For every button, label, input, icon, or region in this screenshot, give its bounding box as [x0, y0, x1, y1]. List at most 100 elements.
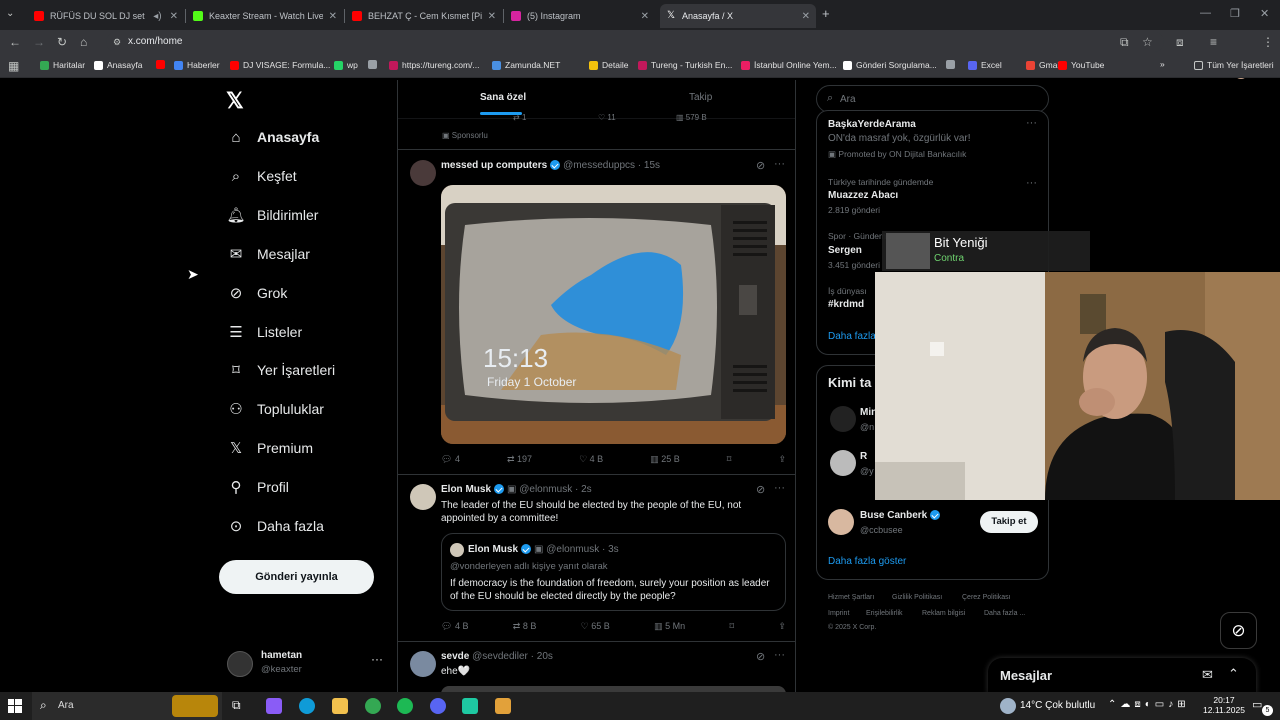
clock[interactable]: 20:17 12.11.2025: [1202, 695, 1246, 715]
footer-link[interactable]: Hizmet Şartları: [828, 594, 874, 601]
tab-search-icon[interactable]: ⌄: [6, 7, 14, 21]
expand-icon[interactable]: ⌃: [1228, 666, 1239, 682]
weather-text[interactable]: 14°C Çok bulutlu: [1020, 700, 1095, 711]
forward-icon[interactable]: →: [33, 35, 45, 49]
bookmark-item[interactable]: [156, 60, 169, 69]
browser-tab-active[interactable]: 𝕏 Anasayfa / X ✕: [660, 4, 816, 28]
reply-button[interactable]: 💬︎ 4 B: [441, 621, 468, 632]
follow-user-name[interactable]: Buse Canberk: [860, 510, 943, 521]
browser-tab[interactable]: BEHZAT Ç - Cem Kısmet [Pilli B ✕: [346, 4, 502, 28]
views-button[interactable]: ▥ 5 Mn: [654, 621, 685, 632]
share-icon[interactable]: ⇪: [778, 454, 786, 465]
more-icon[interactable]: ···: [774, 482, 785, 494]
more-icon[interactable]: ···: [1026, 177, 1037, 189]
home-button-icon[interactable]: ⌂: [80, 35, 87, 49]
repost-button[interactable]: ⇄ 8 B: [513, 621, 537, 632]
browser-tab[interactable]: (5) Instagram ✕: [505, 4, 655, 28]
grok-float-button[interactable]: ⊘: [1220, 612, 1257, 649]
all-bookmarks[interactable]: Tüm Yer İşaretleri: [1194, 60, 1274, 70]
sidebar-item-anasayfa[interactable]: ⌂ Anasayfa: [227, 128, 319, 146]
close-window-icon[interactable]: ✕: [1260, 7, 1269, 20]
bookmark-item[interactable]: Gmail: [1026, 60, 1061, 70]
spotify-icon[interactable]: [397, 698, 413, 714]
more-icon[interactable]: ···: [1026, 117, 1037, 129]
bookmark-item[interactable]: Haberler: [174, 60, 220, 70]
more-icon[interactable]: ···: [774, 158, 785, 170]
bookmark-item[interactable]: YouTube: [1058, 60, 1104, 70]
more-icon[interactable]: ···: [774, 649, 785, 661]
bookmark-icon[interactable]: ⌑: [729, 621, 734, 632]
bookmark-item[interactable]: Excel: [968, 60, 1002, 70]
trend-name[interactable]: Sergen: [828, 245, 862, 256]
edge-icon[interactable]: [299, 698, 315, 714]
footer-link[interactable]: Çerez Politikası: [962, 594, 1011, 601]
show-more-follow-link[interactable]: Daha fazla göster: [828, 556, 906, 567]
sidebar-item-profil[interactable]: ⚲ Profil: [227, 478, 289, 496]
taskbar-search[interactable]: ⌕ Ara: [32, 692, 222, 720]
site-info-icon[interactable]: ⚙: [113, 32, 121, 52]
bookmark-item[interactable]: [946, 60, 959, 69]
extensions-icon[interactable]: ⧈: [1176, 35, 1184, 49]
bookmark-item[interactable]: Zamunda.NET: [492, 60, 560, 70]
tweet-image[interactable]: 15:13 Friday 1 October: [441, 185, 786, 444]
messages-drawer[interactable]: Mesajlar ✉ ⌃: [988, 658, 1256, 692]
ad-title[interactable]: BaşkaYerdeArama: [828, 119, 916, 130]
discord-icon[interactable]: [430, 698, 446, 714]
bookmark-item[interactable]: Anasayfa: [94, 60, 142, 70]
bookmark-item[interactable]: https://tureng.com/...: [389, 60, 479, 70]
task-view-icon[interactable]: ⧉: [232, 698, 248, 714]
x-logo-icon[interactable]: 𝕏: [226, 88, 244, 114]
tray-icons[interactable]: ⌃☁⧈◐▭♪⊞: [1108, 699, 1190, 710]
back-icon[interactable]: ←: [9, 35, 21, 49]
footer-link[interactable]: Erişilebilirlik: [866, 610, 903, 617]
avatar[interactable]: [410, 651, 436, 677]
footer-link[interactable]: Imprint: [828, 610, 849, 617]
file-explorer-icon[interactable]: [332, 698, 348, 714]
bookmark-item[interactable]: Tureng - Turkish En...: [638, 60, 732, 70]
close-tab-icon[interactable]: ✕: [802, 11, 810, 22]
new-tab-button[interactable]: +: [822, 6, 830, 21]
bookmark-item[interactable]: [368, 60, 381, 69]
bookmark-item[interactable]: wp: [334, 60, 358, 70]
avatar[interactable]: [828, 509, 854, 535]
more-bookmarks-icon[interactable]: »: [1160, 59, 1165, 69]
bookmark-item[interactable]: İstanbul Online Yem...: [741, 60, 837, 70]
show-more-link[interactable]: Daha fazla: [828, 331, 876, 342]
weather-icon[interactable]: [1000, 698, 1016, 714]
minimize-icon[interactable]: —: [1200, 7, 1211, 19]
menu-icon[interactable]: ⋮: [1262, 35, 1274, 49]
sidebar-item-grok[interactable]: ⊘ Grok: [227, 284, 288, 302]
repost-button[interactable]: ⇄ 197: [507, 454, 532, 465]
bookmark-star-icon[interactable]: ☆: [1142, 35, 1153, 49]
author-name[interactable]: sevde: [441, 651, 469, 662]
grok-icon[interactable]: ⊘: [756, 159, 765, 172]
author-name[interactable]: Elon Musk: [441, 484, 491, 495]
bookmark-item[interactable]: DJ VISAGE: Formula...: [230, 60, 330, 70]
chrome-icon[interactable]: [365, 698, 381, 714]
copilot-icon[interactable]: [266, 698, 282, 714]
avatar[interactable]: [830, 406, 856, 432]
address-bar[interactable]: ⚙ x.com/home: [106, 32, 1164, 52]
like-button[interactable]: ♡ 4 B: [579, 454, 603, 465]
footer-link[interactable]: Gizlilik Politikası: [892, 594, 942, 601]
bookmark-item[interactable]: Haritalar: [40, 60, 85, 70]
like-button[interactable]: ♡ 65 B: [581, 621, 610, 632]
author-name[interactable]: messed up computers: [441, 160, 547, 171]
account-switcher[interactable]: hametan @keaxter ···: [227, 648, 387, 682]
avatar[interactable]: [410, 160, 436, 186]
tab-for-you[interactable]: Sana özel: [480, 92, 526, 103]
bookmark-icon[interactable]: ⌑: [727, 454, 732, 465]
audio-icon[interactable]: ◂): [153, 11, 161, 22]
footer-link[interactable]: Reklam bilgisi: [922, 610, 965, 617]
reload-icon[interactable]: ↻: [57, 35, 67, 49]
sidebar-item-yer-i̇şaretleri[interactable]: ⌑ Yer İşaretleri: [227, 361, 335, 379]
tab-following[interactable]: Takip: [689, 92, 712, 103]
close-tab-icon[interactable]: ✕: [170, 11, 178, 22]
sidebar-item-bildirimler[interactable]: 🔔︎ Bildirimler: [226, 206, 318, 224]
close-tab-icon[interactable]: ✕: [488, 11, 496, 22]
avatar[interactable]: [830, 450, 856, 476]
follow-button[interactable]: Takip et: [980, 511, 1038, 533]
sidebar-item-premium[interactable]: 𝕏 Premium: [227, 439, 313, 457]
obs-icon[interactable]: [495, 698, 511, 714]
grok-icon[interactable]: ⊘: [756, 650, 765, 663]
